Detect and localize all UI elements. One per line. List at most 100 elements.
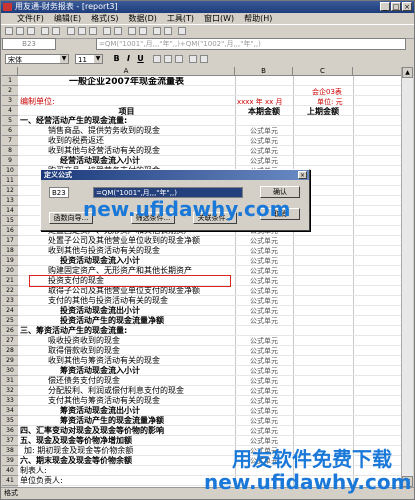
formula-cell[interactable]: 公式单元: [235, 286, 293, 296]
row-label[interactable]: 收到其他与经营活动有关的现金: [48, 146, 233, 156]
formula-cell[interactable]: [235, 326, 293, 336]
row-label[interactable]: 筹资活动产生的现金流量净额: [60, 416, 233, 426]
row-header[interactable]: 22: [2, 286, 18, 296]
formula-cell[interactable]: 公式单元: [235, 316, 293, 326]
formula-input[interactable]: =QM("1001",月,,,"年",,)+QM("1002",月,,,"年",…: [96, 38, 406, 50]
row-label[interactable]: 一、经营活动产生的现金流量:: [20, 116, 233, 126]
row-label[interactable]: 收到其他与投资活动有关的现金: [48, 246, 233, 256]
align-left-icon[interactable]: [153, 55, 161, 63]
row-label[interactable]: 筹资活动现金流出小计: [60, 406, 233, 416]
row-header[interactable]: 8: [2, 146, 18, 156]
open-file-icon[interactable]: [16, 27, 24, 35]
border-icon[interactable]: [189, 55, 197, 63]
row-header[interactable]: 6: [2, 126, 18, 136]
sort-icon[interactable]: [128, 27, 136, 35]
row-label[interactable]: 支付其他与筹资活动有关的现金: [48, 396, 233, 406]
cell-name-box[interactable]: B23: [2, 38, 56, 50]
row-header[interactable]: 36: [2, 426, 18, 436]
menu-file[interactable]: 文件(F): [17, 13, 44, 24]
row-header[interactable]: 13: [2, 196, 18, 206]
row-label[interactable]: 加: 期初现金及现金等价物余额: [24, 446, 233, 456]
sum-icon[interactable]: [153, 27, 161, 35]
undo-icon[interactable]: [103, 27, 111, 35]
row-header[interactable]: 9: [2, 156, 18, 166]
help-icon[interactable]: [178, 27, 186, 35]
row-header[interactable]: 24: [2, 306, 18, 316]
row-header[interactable]: 15: [2, 216, 18, 226]
formula-cell[interactable]: 公式单元: [235, 426, 293, 436]
row-label[interactable]: 制表人:: [20, 466, 233, 476]
row-label[interactable]: 取得子公司及其他营业单位支付的现金净额: [48, 286, 233, 296]
print-icon[interactable]: [41, 27, 49, 35]
row-label[interactable]: 分配股利、利润或偿付利息支付的现金: [48, 386, 233, 396]
menu-data[interactable]: 数据(D): [128, 13, 156, 24]
bold-button[interactable]: B: [111, 54, 122, 64]
row-label[interactable]: 单位负责人:: [20, 476, 233, 486]
row-header[interactable]: 26: [2, 326, 18, 336]
scroll-up-icon[interactable]: ▲: [402, 67, 413, 78]
row-header[interactable]: 25: [2, 316, 18, 326]
formula-cell[interactable]: 公式单元: [235, 346, 293, 356]
row-label[interactable]: 收到的税费返还: [48, 136, 233, 146]
formula-cell[interactable]: [235, 116, 293, 126]
formula-cell[interactable]: 公式单元: [235, 146, 293, 156]
row-header[interactable]: 32: [2, 386, 18, 396]
row-label[interactable]: 处置子公司及其他营业单位收到的现金净额: [48, 236, 233, 246]
row-header[interactable]: 14: [2, 206, 18, 216]
row-header[interactable]: 4: [2, 106, 18, 116]
row-header[interactable]: 1: [2, 76, 18, 86]
close-icon[interactable]: ×: [298, 171, 307, 179]
row-header[interactable]: 31: [2, 376, 18, 386]
row-header[interactable]: 10: [2, 166, 18, 176]
column-header-a[interactable]: A: [18, 67, 235, 76]
align-right-icon[interactable]: [175, 55, 183, 63]
row-header[interactable]: 21: [2, 276, 18, 286]
italic-button[interactable]: I: [123, 54, 134, 64]
row-header[interactable]: 20: [2, 266, 18, 276]
formula-cell[interactable]: 公式单元: [235, 276, 293, 286]
row-header[interactable]: 3: [2, 96, 18, 106]
formula-cell[interactable]: 公式单元: [235, 296, 293, 306]
row-header[interactable]: 19: [2, 256, 18, 266]
function-icon[interactable]: [164, 27, 172, 35]
align-center-icon[interactable]: [164, 55, 172, 63]
copy-icon[interactable]: [78, 27, 86, 35]
row-header[interactable]: 38: [2, 446, 18, 456]
row-label[interactable]: 收到其他与筹资活动有关的现金: [48, 356, 233, 366]
font-size-select[interactable]: 11 ▼: [75, 54, 103, 64]
row-label[interactable]: 偿还债务支付的现金: [48, 376, 233, 386]
row-header[interactable]: 34: [2, 406, 18, 416]
menu-tools[interactable]: 工具(T): [167, 13, 194, 24]
formula-cell[interactable]: 公式单元: [235, 256, 293, 266]
preview-icon[interactable]: [52, 27, 60, 35]
row-label[interactable]: 五、现金及现金等价物净增加额: [20, 436, 233, 446]
formula-cell[interactable]: 公式单元: [235, 266, 293, 276]
save-icon[interactable]: [27, 27, 35, 35]
vertical-scrollbar[interactable]: ▲ ▼: [401, 67, 413, 487]
row-header[interactable]: 40: [2, 466, 18, 476]
row-label[interactable]: 取得借款收到的现金: [48, 346, 233, 356]
row-label[interactable]: 经营活动现金流入小计: [60, 156, 233, 166]
row-header[interactable]: 7: [2, 136, 18, 146]
formula-cell[interactable]: 公式单元: [235, 246, 293, 256]
maximize-button[interactable]: □: [391, 2, 401, 11]
menu-window[interactable]: 窗口(W): [204, 13, 234, 24]
menu-help[interactable]: 帮助(H): [244, 13, 272, 24]
formula-cell[interactable]: 公式单元: [235, 306, 293, 316]
row-header[interactable]: 41: [2, 476, 18, 486]
row-header[interactable]: 28: [2, 346, 18, 356]
row-header[interactable]: 29: [2, 356, 18, 366]
chart-icon[interactable]: [139, 27, 147, 35]
underline-button[interactable]: U: [135, 54, 146, 64]
row-header[interactable]: 39: [2, 456, 18, 466]
row-header[interactable]: 12: [2, 186, 18, 196]
row-header[interactable]: 11: [2, 176, 18, 186]
row-label[interactable]: 筹资活动现金流入小计: [60, 366, 233, 376]
row-label[interactable]: 支付的其他与投资活动有关的现金: [48, 296, 233, 306]
row-header[interactable]: 27: [2, 336, 18, 346]
row-header[interactable]: 33: [2, 396, 18, 406]
formula-cell[interactable]: 公式单元: [235, 356, 293, 366]
row-header[interactable]: 23: [2, 296, 18, 306]
formula-cell[interactable]: 公式单元: [235, 396, 293, 406]
menu-edit[interactable]: 编辑(E): [54, 13, 81, 24]
